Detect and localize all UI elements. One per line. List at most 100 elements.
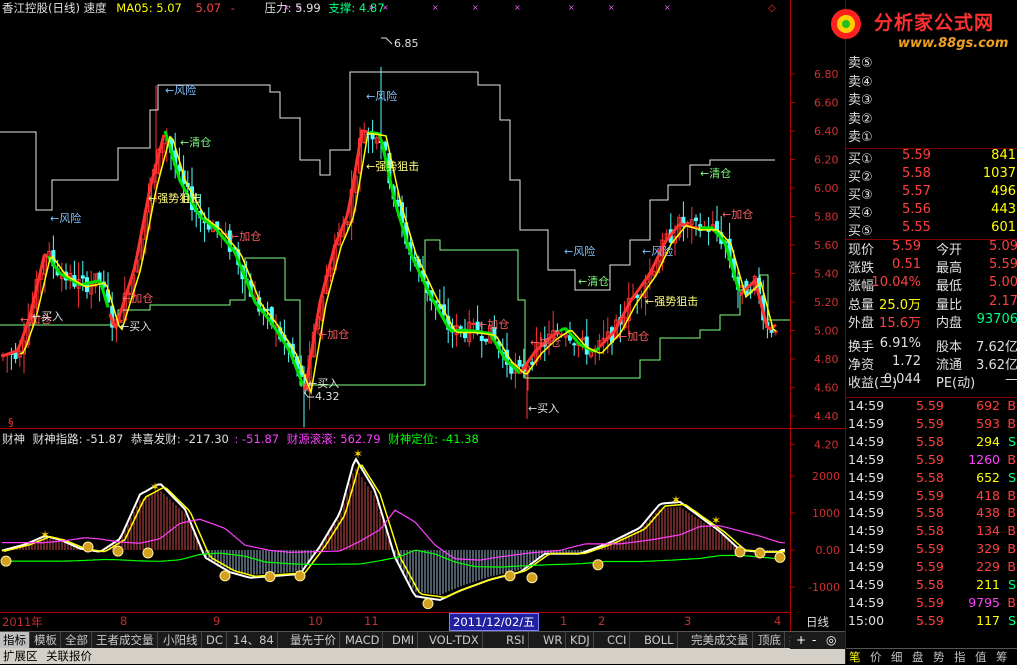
price-axis-label: 6.60 (814, 97, 839, 110)
signal-mark: ⨯ (514, 3, 521, 12)
tick-time: 14:59 (848, 594, 885, 610)
coin-icon (219, 570, 231, 582)
tick-volume: 329 (976, 541, 1000, 557)
tick-volume: 418 (976, 487, 1000, 503)
candle-body (484, 338, 488, 342)
indicator-v3: : -51.87 (234, 432, 280, 446)
tab-7[interactable]: 量先于价 (287, 632, 340, 649)
tab-8[interactable]: MACD (342, 632, 384, 649)
quote-label: 涨幅 (848, 279, 875, 295)
buy-level-label: 买③ (848, 188, 873, 203)
tab-1[interactable]: 模板 (31, 632, 61, 649)
zoom-in-button[interactable]: + (796, 633, 806, 647)
tab-17[interactable]: 顶底 (755, 632, 785, 649)
coin-icon (504, 570, 516, 582)
price-axis-label: 4.60 (814, 382, 839, 395)
chart-area[interactable]: 6.80 6.60 6.40 6.20 6.00 5.80 5.60 5.40 5.20 5.00… (0, 0, 845, 650)
annotation-mairu: ←买入 (120, 320, 151, 333)
quote-value: 3.62亿 (976, 358, 1017, 374)
tab-11[interactable]: RSI (503, 632, 529, 649)
panel-tab-0[interactable]: 笔 (849, 649, 861, 665)
kline-chart[interactable]: 6.80 6.60 6.40 6.20 6.00 5.80 5.60 5.40 5.20 5.00… (0, 0, 845, 631)
price-axis-label: 4.40 (814, 410, 839, 423)
tick-volume: 652 (976, 469, 1000, 485)
tab-15[interactable]: BOLL (641, 632, 678, 649)
panel-tab-6[interactable]: 值 (975, 649, 987, 665)
annotation-qingcang: ←清仓 (700, 166, 731, 180)
expand-area-button[interactable]: 扩展区 (3, 648, 38, 664)
panel-tab-2[interactable]: 细 (891, 649, 903, 665)
tick-row: 14:59 5.58 294 S (846, 434, 1017, 452)
period-label[interactable]: 日线 (806, 614, 829, 630)
panel-tab-5[interactable]: 指 (954, 649, 966, 665)
buy-order-row[interactable]: 买② 5.58 1037 (846, 166, 1017, 185)
panel-tab-4[interactable]: 势 (933, 649, 945, 665)
quote-label: 涨跌 (848, 261, 875, 277)
candle-body (479, 335, 484, 342)
tab-14[interactable]: CCI (604, 632, 631, 649)
annotation-fengxian: ←风险 (165, 83, 196, 97)
sell-order-row[interactable]: 卖③ (846, 89, 1017, 108)
panel-tab-3[interactable]: 盘 (912, 649, 924, 665)
stock-title: 香江控股(日线) 速度 (2, 1, 107, 15)
tab-12[interactable]: WR (540, 632, 567, 649)
coin-icon (0, 555, 12, 567)
tab-5[interactable]: DC (203, 632, 227, 649)
quote-value: 0.044 (883, 372, 921, 388)
tick-row: 14:59 5.58 438 B (846, 505, 1017, 523)
price-axis-label: 5.00 (814, 325, 839, 338)
buy-price: 5.57 (902, 184, 931, 199)
tab-4[interactable]: 小阳线 (160, 632, 202, 649)
zoom-controls: + - ◎ (790, 631, 845, 649)
price-axis-label: 5.40 (814, 268, 839, 281)
tab-13[interactable]: KDJ (567, 632, 594, 649)
tick-time: 14:59 (848, 559, 885, 575)
tab-10[interactable]: VOL-TDX (426, 632, 483, 649)
sell-order-row[interactable]: 卖① (846, 126, 1017, 145)
tab-6[interactable]: 14、84 (230, 632, 278, 649)
quote-label: 最低 (936, 279, 963, 295)
coin-icon (734, 546, 746, 558)
price-axis-label: 5.60 (814, 239, 839, 252)
buy-order-row[interactable]: 买① 5.59 841 (846, 148, 1017, 167)
tick-time: 14:59 (848, 451, 885, 467)
quote-value: 15.6万 (879, 315, 921, 331)
annotation-jiacang: ←加仓 (722, 207, 753, 221)
related-quote-button[interactable]: 关联报价 (46, 648, 92, 664)
annotation-qingcang: ←清仓 (578, 274, 609, 288)
sell-order-row[interactable]: 卖④ (846, 71, 1017, 90)
buy-order-row[interactable]: 买④ 5.56 443 (846, 202, 1017, 221)
buy-volume: 496 (991, 184, 1016, 199)
quote-row: 涨跌 0.51 最高 5.59 (846, 257, 1017, 277)
sell-order-row[interactable]: 卖② (846, 108, 1017, 127)
coin-icon (592, 559, 604, 571)
buy-level-label: 买② (848, 170, 873, 185)
signal-mark: ⨯ (664, 3, 671, 12)
zoom-out-button[interactable]: - (812, 633, 816, 647)
annotation-qiangshi: ←强势狙击 (148, 192, 201, 205)
date-month-4: 4 (774, 614, 782, 628)
annotation-jiacang: ←加仓 (478, 317, 509, 331)
tick-price: 5.58 (916, 433, 944, 449)
star-icon: ✶ (353, 447, 363, 461)
tab-2[interactable]: 全部 (62, 632, 92, 649)
panel-tab-7[interactable]: 筹 (996, 649, 1008, 665)
star-icon: ✶ (711, 513, 721, 527)
quote-value: 5.59 (892, 239, 921, 254)
price-axis-label: 5.20 (814, 296, 839, 309)
panel-tab-1[interactable]: 价 (870, 649, 882, 665)
reset-button[interactable]: ◎ (826, 633, 836, 647)
tick-time: 14:59 (848, 415, 885, 431)
tab-9[interactable]: DMI (389, 632, 419, 649)
tab-0[interactable]: 指标 (0, 632, 30, 649)
tab-16[interactable]: 完美成交量 (688, 632, 753, 649)
logo-icon (831, 9, 861, 39)
buy-order-row[interactable]: 买⑤ 5.55 601 (846, 220, 1017, 239)
tick-price: 5.59 (916, 415, 944, 431)
buy-order-row[interactable]: 买③ 5.57 496 (846, 184, 1017, 203)
sell-order-row[interactable]: 卖⑤ (846, 52, 1017, 71)
price-axis-label: 6.40 (814, 125, 839, 138)
tab-3[interactable]: 王者成交量 (93, 632, 158, 649)
tick-direction: B (1007, 523, 1016, 539)
candle-body (572, 343, 577, 346)
